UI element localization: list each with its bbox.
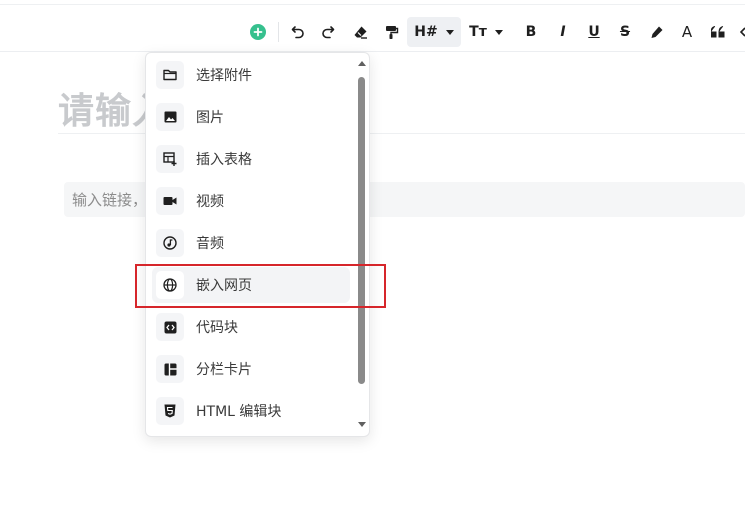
menu-item-table[interactable]: 插入表格 (152, 141, 350, 177)
caret-down-icon (445, 29, 454, 35)
html5-icon (156, 397, 184, 425)
font-size-dropdown[interactable]: Tт (466, 17, 506, 47)
bold-button[interactable]: B (521, 17, 541, 47)
underline-button[interactable]: U (584, 17, 604, 47)
strikethrough-button[interactable]: S (615, 17, 635, 47)
highlight-button[interactable] (646, 17, 666, 47)
font-color-button[interactable]: A (677, 17, 697, 47)
menu-item-label: HTML 编辑块 (196, 404, 282, 420)
menu-item-columns-card[interactable]: 分栏卡片 (152, 351, 350, 387)
toolbar-separator (278, 22, 279, 42)
selection-highlight-box (135, 264, 386, 308)
caret-down-icon (494, 29, 503, 35)
menu-item-attachment[interactable]: 选择附件 (152, 57, 350, 93)
undo-icon (291, 26, 304, 39)
scrollbar-thumb[interactable] (358, 77, 365, 384)
quote-icon (711, 26, 725, 38)
menu-item-code-block[interactable]: 代码块 (152, 309, 350, 345)
eraser-icon (354, 26, 367, 39)
add-block-button[interactable] (248, 17, 268, 47)
undo-button[interactable] (288, 17, 308, 47)
menu-item-label: 音频 (196, 236, 224, 252)
menu-item-video[interactable]: 视频 (152, 183, 350, 219)
menu-item-label: 视频 (196, 194, 224, 210)
menu-item-label: 分栏卡片 (196, 362, 252, 378)
top-divider (0, 4, 745, 5)
font-size-label: Tт (469, 24, 487, 40)
menu-item-label: 插入表格 (196, 152, 252, 168)
menu-item-label: 图片 (196, 110, 224, 126)
editor-toolbar: H# Tт B I U S A (0, 12, 745, 52)
menu-item-html-block[interactable]: HTML 编辑块 (152, 393, 350, 429)
music-note-icon (156, 229, 184, 257)
insert-menu: 选择附件 图片 插入表格 视频 音频 嵌入网页 代码块 分栏卡片 HTML 编辑… (145, 52, 370, 437)
format-painter-button[interactable] (380, 17, 402, 47)
heading-label: H# (414, 24, 438, 40)
clear-format-button[interactable] (349, 17, 371, 47)
paint-roller-icon (386, 26, 399, 39)
video-camera-icon (156, 187, 184, 215)
scroll-up-arrow[interactable] (358, 61, 366, 66)
more-tools-arrow[interactable] (738, 17, 745, 47)
columns-icon (156, 355, 184, 383)
italic-button[interactable]: I (553, 17, 573, 47)
menu-item-audio[interactable]: 音频 (152, 225, 350, 261)
menu-item-label: 选择附件 (196, 68, 252, 84)
highlighter-pen-icon (651, 26, 662, 38)
redo-icon (322, 26, 335, 39)
menu-item-image[interactable]: 图片 (152, 99, 350, 135)
scroll-down-arrow[interactable] (358, 422, 366, 427)
redo-button[interactable] (318, 17, 338, 47)
chevron-left-icon (740, 27, 745, 37)
menu-item-label: 代码块 (196, 320, 238, 336)
heading-dropdown[interactable]: H# (407, 17, 461, 47)
code-block-icon (156, 313, 184, 341)
plus-circle-icon (250, 24, 266, 40)
image-icon (156, 103, 184, 131)
folder-icon (156, 61, 184, 89)
quote-button[interactable] (708, 17, 728, 47)
table-add-icon (156, 145, 184, 173)
